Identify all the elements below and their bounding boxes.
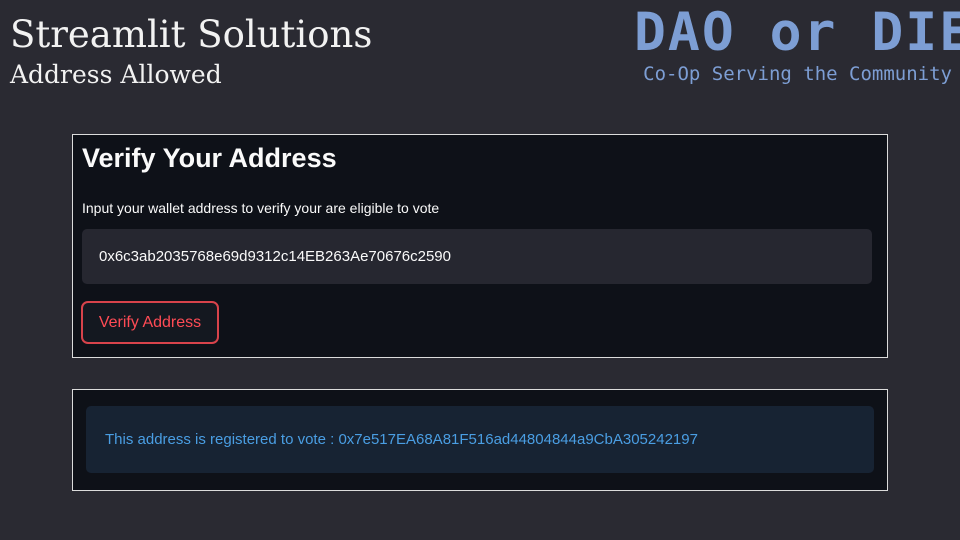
slide-title: Streamlit Solutions: [10, 13, 373, 56]
logo-tagline: Co-Op Serving the Community: [643, 63, 952, 85]
verify-address-button[interactable]: Verify Address: [81, 301, 219, 344]
wallet-address-label: Input your wallet address to verify your…: [82, 200, 440, 216]
verification-result-panel: This address is registered to vote : 0x7…: [72, 389, 888, 491]
logo-title: DAO or DIE: [634, 2, 960, 63]
success-info-box: This address is registered to vote : 0x7…: [86, 406, 874, 473]
slide-subtitle: Address Allowed: [10, 60, 222, 89]
verify-address-panel: Verify Your Address Input your wallet ad…: [72, 134, 888, 358]
dao-logo: DAO or DIE Co-Op Serving the Community: [634, 2, 960, 92]
registration-message: This address is registered to vote : 0x7…: [105, 431, 698, 448]
verify-heading: Verify Your Address: [82, 143, 337, 173]
wallet-address-input[interactable]: [82, 229, 872, 284]
